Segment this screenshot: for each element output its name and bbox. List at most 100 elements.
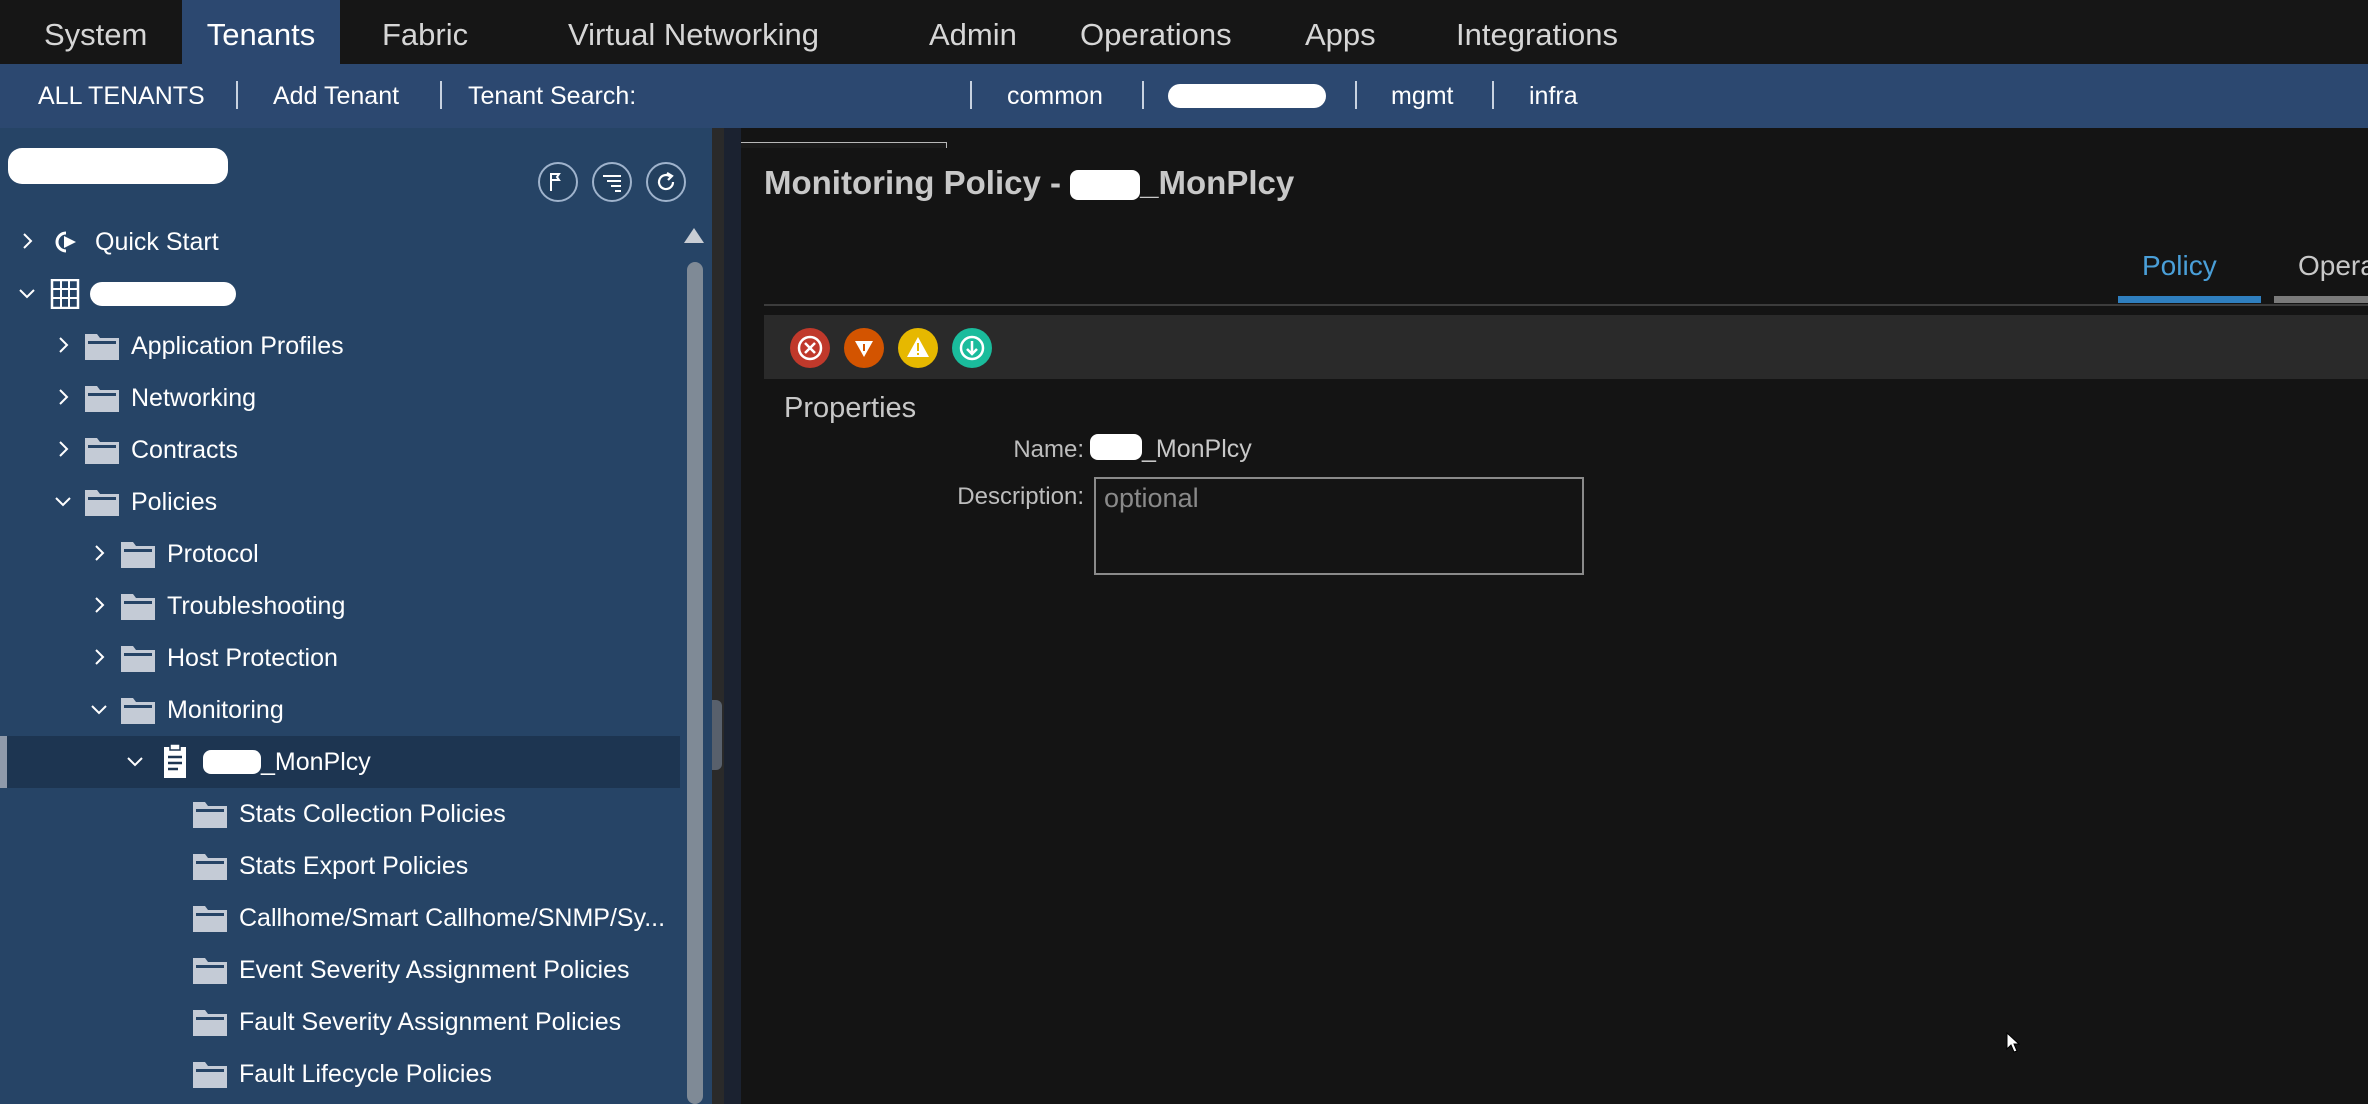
- folder-icon: [121, 542, 155, 568]
- tab-apps[interactable]: Apps: [1305, 0, 1376, 64]
- tree-label: Fault Lifecycle Policies: [239, 1060, 492, 1088]
- collapse-handle[interactable]: [712, 700, 722, 770]
- add-tenant-link[interactable]: Add Tenant: [273, 64, 399, 128]
- tree-label: Networking: [131, 384, 257, 412]
- tab-tenants[interactable]: Tenants: [182, 0, 340, 64]
- tenant-link-common[interactable]: common: [1007, 64, 1103, 128]
- divider: [970, 81, 972, 109]
- divider: [1142, 81, 1144, 109]
- tree-item-troubleshooting[interactable]: Troubleshooting: [0, 580, 680, 632]
- redacted-policy-prefix: [203, 750, 261, 774]
- description-label: Description:: [957, 483, 1084, 510]
- tree-item-fault-lifecycle-policies[interactable]: Fault Lifecycle Policies: [0, 1048, 680, 1100]
- collapse-all-button[interactable]: [538, 162, 578, 202]
- tree-item-networking[interactable]: Networking: [0, 372, 680, 424]
- page-title: Monitoring Policy - _MonPlcy: [764, 164, 1294, 202]
- tree-item-stats-collection-policies[interactable]: Stats Collection Policies: [0, 788, 680, 840]
- tenant-link-mgmt[interactable]: mgmt: [1391, 64, 1454, 128]
- chevron-right-icon[interactable]: [88, 594, 110, 616]
- folder-icon: [193, 1010, 227, 1036]
- chevron-right-icon[interactable]: [16, 230, 38, 252]
- fault-toolbar: [764, 315, 2368, 379]
- tab-virtual-networking[interactable]: Virtual Networking: [568, 0, 819, 64]
- tree-label: Quick Start: [95, 228, 219, 256]
- folder-icon: [85, 490, 119, 516]
- tenant-link-infra[interactable]: infra: [1529, 64, 1578, 128]
- redacted-tenant-name: [8, 148, 228, 184]
- tree-label: Contracts: [131, 436, 238, 464]
- tab-system[interactable]: System: [44, 0, 147, 64]
- folder-icon: [85, 334, 119, 360]
- critical-fault-icon[interactable]: [790, 328, 830, 368]
- tree-item-fault-severity-policies[interactable]: Fault Severity Assignment Policies: [0, 996, 680, 1048]
- refresh-icon: [657, 172, 675, 191]
- flag-icon: [550, 173, 561, 191]
- selection-marker: [0, 736, 7, 788]
- tree-item-event-severity-policies[interactable]: Event Severity Assignment Policies: [0, 944, 680, 996]
- tree-label: Fault Severity Assignment Policies: [239, 1008, 622, 1036]
- redacted-title-part: [1070, 170, 1141, 201]
- folder-icon: [193, 958, 227, 984]
- chevron-right-icon[interactable]: [52, 438, 74, 460]
- tree-label: Host Protection: [167, 644, 338, 672]
- tree-item-monitoring-policy[interactable]: _MonPlcy: [0, 736, 680, 788]
- quick-start-icon: [55, 231, 76, 253]
- redacted-tenant-label: [90, 282, 236, 306]
- tree-label: Monitoring: [167, 696, 284, 724]
- scroll-up-arrow[interactable]: [684, 228, 704, 243]
- inactive-tab-indicator: [2274, 296, 2368, 303]
- redacted-name-part: [1090, 434, 1142, 460]
- tree-label: Callhome/Smart Callhome/SNMP/Sy...: [239, 904, 666, 932]
- chevron-right-icon[interactable]: [52, 386, 74, 408]
- tenant-search-label: Tenant Search:: [468, 82, 637, 110]
- chevron-right-icon[interactable]: [88, 646, 110, 668]
- description-field[interactable]: [1094, 477, 1584, 575]
- tree-item-stats-export-policies[interactable]: Stats Export Policies: [0, 840, 680, 892]
- chevron-down-icon[interactable]: [52, 490, 74, 512]
- minor-fault-icon[interactable]: [898, 328, 938, 368]
- page-title-suffix: _MonPlcy: [1140, 164, 1295, 201]
- top-navigation: System Tenants Fabric Virtual Networking…: [0, 0, 2368, 64]
- chevron-right-icon[interactable]: [88, 542, 110, 564]
- work-pane: [741, 148, 2368, 1104]
- tree-label: _MonPlcy: [261, 748, 371, 776]
- tab-operational[interactable]: Opera: [2298, 250, 2368, 282]
- all-tenants-link[interactable]: ALL TENANTS: [38, 64, 205, 128]
- tab-fabric[interactable]: Fabric: [382, 0, 468, 64]
- tree-item-policies[interactable]: Policies: [0, 476, 680, 528]
- tab-policy[interactable]: Policy: [2142, 250, 2217, 282]
- page-title-prefix: Monitoring Policy -: [764, 164, 1071, 201]
- chevron-down-icon[interactable]: [16, 282, 38, 304]
- tree-item-quick-start[interactable]: Quick Start: [0, 216, 680, 268]
- tab-divider: [764, 304, 2368, 306]
- tab-operations[interactable]: Operations: [1080, 0, 1232, 64]
- refresh-button[interactable]: [646, 162, 686, 202]
- properties-heading: Properties: [784, 392, 917, 424]
- name-value: _MonPlcy: [1142, 435, 1252, 463]
- tree-item-host-protection[interactable]: Host Protection: [0, 632, 680, 684]
- folder-icon: [193, 802, 227, 828]
- tree-item-contracts[interactable]: Contracts: [0, 424, 680, 476]
- tree-item-monitoring[interactable]: Monitoring: [0, 684, 680, 736]
- tree-item-tenant[interactable]: [0, 268, 680, 320]
- divider: [440, 81, 442, 109]
- tree-item-callhome-policies[interactable]: Callhome/Smart Callhome/SNMP/Sy...: [0, 892, 680, 944]
- tab-integrations[interactable]: Integrations: [1456, 0, 1618, 64]
- folder-icon: [121, 646, 155, 672]
- tab-admin[interactable]: Admin: [929, 0, 1017, 64]
- scrollbar-thumb[interactable]: [687, 262, 703, 1104]
- tree-item-application-profiles[interactable]: Application Profiles: [0, 320, 680, 372]
- redacted-tenant-link[interactable]: [1168, 84, 1326, 108]
- tree-label: Troubleshooting: [167, 592, 346, 620]
- major-fault-icon[interactable]: [844, 328, 884, 368]
- warning-fault-icon[interactable]: [952, 328, 992, 368]
- divider: [236, 81, 238, 109]
- filter-button[interactable]: [592, 162, 632, 202]
- divider: [1355, 81, 1357, 109]
- chevron-right-icon[interactable]: [52, 334, 74, 356]
- chevron-down-icon[interactable]: [88, 698, 110, 720]
- tree-item-protocol[interactable]: Protocol: [0, 528, 680, 580]
- tree-label: Protocol: [167, 540, 259, 568]
- pane-border: [712, 128, 724, 1104]
- chevron-down-icon[interactable]: [124, 750, 146, 772]
